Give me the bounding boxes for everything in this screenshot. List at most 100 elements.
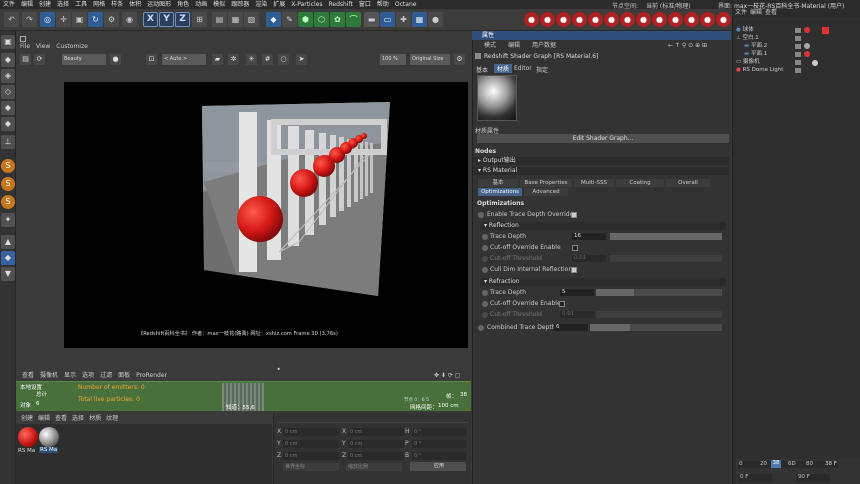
tab-optimizations[interactable]: Optimizations — [478, 188, 522, 196]
cursor-icon[interactable]: ➤ — [296, 54, 307, 65]
x-position[interactable]: 0 cm — [283, 428, 339, 436]
grid-icon[interactable]: ▦ — [412, 12, 427, 27]
edit-shader-graph-button[interactable]: Edit Shader Graph... — [477, 134, 729, 143]
bulb-icon[interactable]: ● — [428, 12, 443, 27]
menu-item[interactable]: 查看 — [55, 415, 67, 422]
camera-icon[interactable]: ▭ — [380, 12, 395, 27]
menu-item[interactable]: 跟踪器 — [228, 0, 252, 9]
point-mode-icon[interactable]: ◇ — [1, 85, 15, 99]
refl-cutoff-threshold-input[interactable]: 0.01 — [572, 255, 606, 262]
visibility-toggle[interactable] — [795, 44, 801, 49]
menu-item[interactable]: 文件 — [0, 0, 18, 9]
menu-item[interactable]: 创建 — [36, 0, 54, 9]
visibility-toggle[interactable] — [795, 68, 801, 73]
output-section[interactable]: ▸ Output输出 — [474, 157, 729, 165]
tab-base-properties[interactable]: Base Properties — [520, 179, 572, 187]
refr-cutoff-slider[interactable] — [596, 311, 722, 318]
tab-multi-sss[interactable]: Multi-SSS — [574, 179, 614, 187]
pin-icon[interactable]: ✳ — [246, 54, 257, 65]
undo-icon[interactable]: ↶ — [4, 12, 19, 27]
move-icon[interactable]: ✛ — [56, 12, 71, 27]
coordinate-system-icon[interactable]: ⊞ — [192, 12, 207, 27]
combined-trace-slider[interactable] — [590, 324, 722, 331]
menu-item[interactable]: ProRender — [136, 372, 167, 379]
y-position[interactable]: 0 cm — [283, 440, 339, 448]
animate-dot-icon[interactable] — [482, 234, 488, 240]
panel-icon[interactable] — [20, 36, 26, 42]
snap-icon[interactable]: S — [1, 159, 15, 173]
tab-editor[interactable]: Editor — [514, 65, 532, 72]
scale-icon[interactable]: ▣ — [72, 12, 87, 27]
menu-item[interactable]: X-Particles — [288, 0, 325, 9]
menu-edit[interactable]: 编辑 — [750, 9, 762, 16]
menu-item[interactable]: 运动图形 — [144, 0, 174, 9]
axis-z-button[interactable]: Z — [175, 12, 190, 27]
tab-overall[interactable]: Overall — [666, 179, 710, 187]
snap-settings-icon[interactable]: S — [1, 177, 15, 191]
refr-cutoff-checkbox[interactable] — [559, 301, 565, 307]
grid-icon[interactable]: # — [262, 54, 273, 65]
material-tag[interactable] — [804, 43, 810, 49]
light-icon[interactable]: ✚ — [396, 12, 411, 27]
preset-select[interactable]: Beauty — [62, 54, 106, 65]
refr-cutoff-threshold-input[interactable]: 0.01 — [560, 311, 594, 318]
z-size[interactable]: 0 cm — [348, 452, 404, 460]
reflection-trace-slider[interactable] — [610, 233, 722, 240]
crop-icon[interactable]: ⊡ — [146, 54, 157, 65]
zoom-select[interactable]: 100 % — [380, 54, 406, 65]
scale-select[interactable]: 缩放比例 — [346, 463, 402, 471]
material-tag[interactable] — [804, 27, 810, 33]
z-position[interactable]: 0 cm — [283, 452, 339, 460]
h-rotation[interactable]: 0 ° — [412, 428, 466, 436]
menu-customize[interactable]: Customize — [56, 43, 88, 50]
cube-icon[interactable]: ◆ — [266, 12, 281, 27]
tab-assign[interactable]: 指定 — [536, 65, 548, 74]
menu-item[interactable]: 角色 — [174, 0, 192, 9]
material-swatch-red[interactable] — [18, 427, 38, 447]
render-view-icon[interactable]: ▤ — [212, 12, 227, 27]
menu-item[interactable]: 过滤 — [100, 372, 112, 379]
x-size[interactable]: 0 cm — [348, 428, 404, 436]
rs-aov-icon[interactable]: ● — [716, 12, 731, 27]
material-name[interactable]: RS Ma — [18, 448, 35, 454]
menu-item[interactable]: 编辑 — [38, 415, 50, 422]
menu-item[interactable]: 面板 — [118, 372, 130, 379]
render-picture-icon[interactable]: ▦ — [228, 12, 243, 27]
make-editable-icon[interactable]: ▣ — [1, 35, 15, 49]
animate-dot-icon[interactable] — [478, 325, 484, 331]
redo-icon[interactable]: ↷ — [22, 12, 37, 27]
axis-icon[interactable]: ⊥ — [1, 135, 15, 149]
animate-dot-icon[interactable] — [478, 212, 484, 218]
cull-checkbox[interactable] — [571, 267, 577, 273]
menu-item[interactable]: 纹理 — [106, 415, 118, 422]
world-coords-select[interactable]: 世界坐标 — [283, 463, 339, 471]
menu-item[interactable]: 模拟 — [210, 0, 228, 9]
menu-item[interactable]: 样条 — [108, 0, 126, 9]
live-select-icon[interactable]: ◎ — [40, 12, 55, 27]
menu-item[interactable]: 工具 — [72, 0, 90, 9]
end-frame-field[interactable]: 90 F — [796, 474, 830, 482]
rs-area-icon[interactable]: ● — [604, 12, 619, 27]
rotate-icon[interactable]: ↻ — [88, 12, 103, 27]
gear-icon[interactable]: ⚙ — [454, 54, 465, 65]
axis-x-button[interactable]: X — [143, 12, 158, 27]
menu-item[interactable]: 选择 — [72, 415, 84, 422]
solo-icon[interactable]: ▲ — [1, 235, 15, 249]
size-select[interactable]: Original Size — [410, 54, 450, 65]
rs-render-icon[interactable]: ● — [524, 12, 539, 27]
menu-file[interactable]: 文件 — [735, 9, 747, 16]
menu-mode[interactable]: 模式 — [484, 42, 496, 49]
tab-basic[interactable]: 基本 — [476, 65, 488, 74]
render-settings-icon[interactable]: ▧ — [244, 12, 259, 27]
circle-icon[interactable]: ○ — [278, 54, 289, 65]
sculpt-icon[interactable]: ◆ — [1, 251, 15, 265]
nav-icons[interactable]: ✥ ⬇ ⟳ ▢ — [434, 372, 460, 379]
material-name-selected[interactable]: RS Ma — [39, 447, 59, 453]
rs-tag[interactable] — [822, 27, 829, 34]
menu-item[interactable]: 查看 — [22, 372, 34, 379]
floor-icon[interactable]: ▬ — [364, 12, 379, 27]
mograph-icon[interactable]: ✿ — [330, 12, 345, 27]
rs-camera-icon[interactable]: ● — [572, 12, 587, 27]
bend-icon[interactable]: ⌒ — [346, 12, 361, 27]
visibility-toggle[interactable] — [795, 60, 801, 65]
